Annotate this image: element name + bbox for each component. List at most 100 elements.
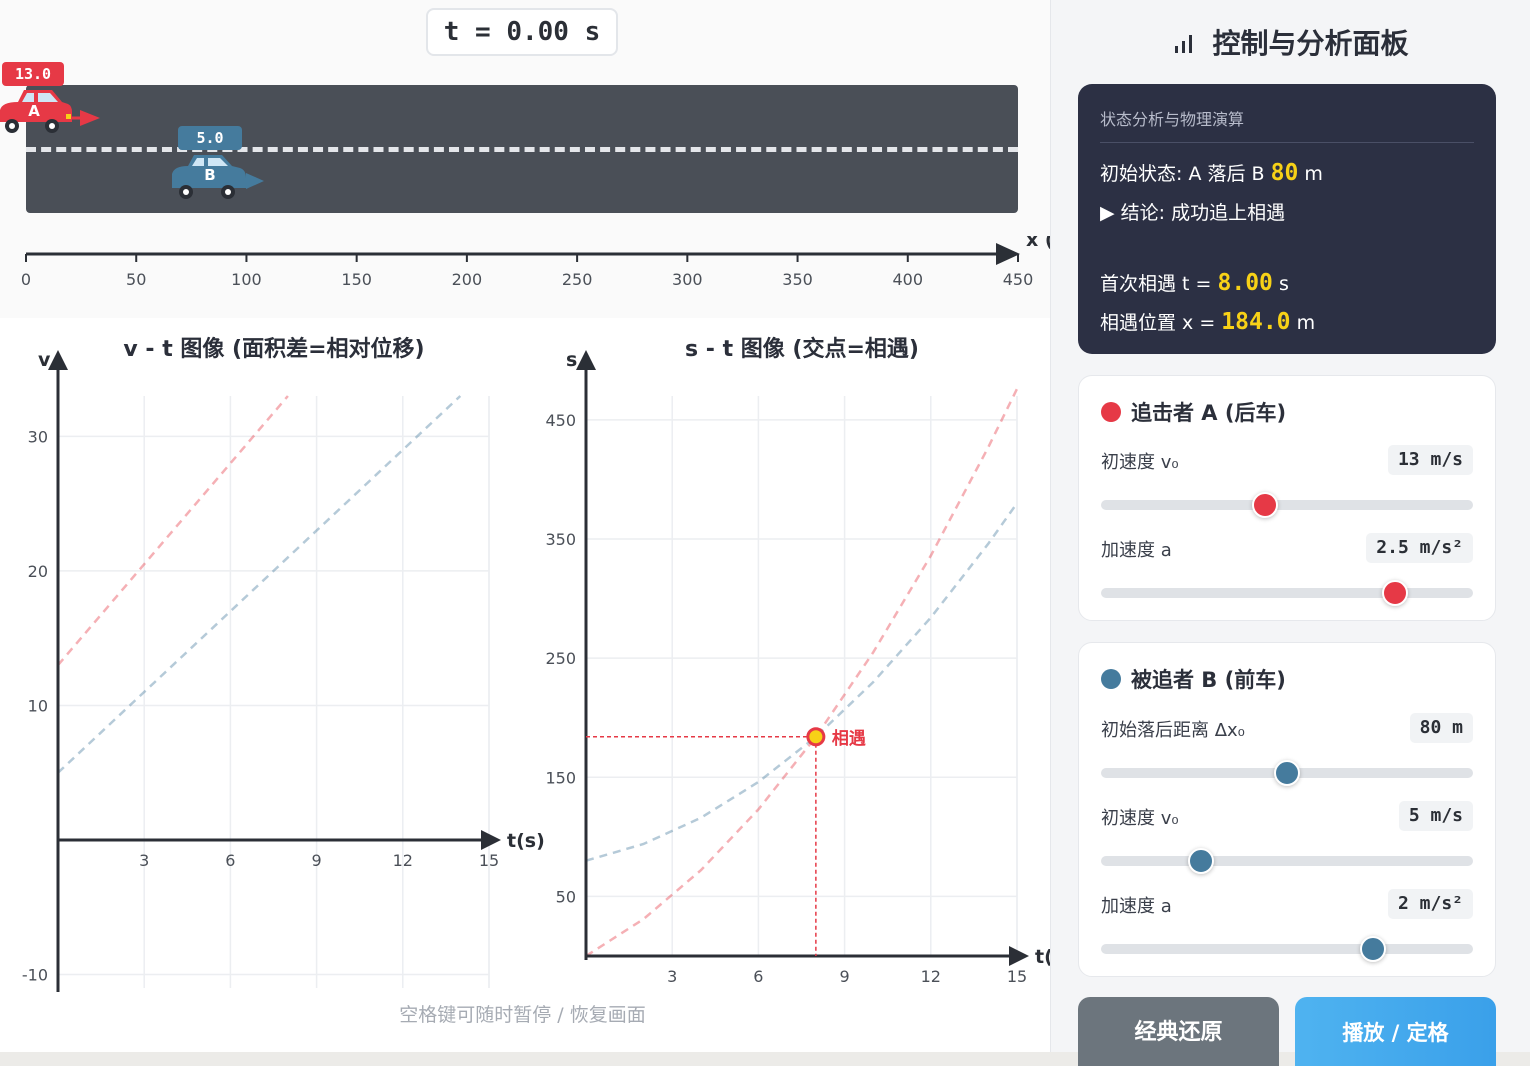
car-a-label: A xyxy=(28,102,40,120)
reset-button[interactable]: 经典还原 xyxy=(1078,997,1279,1066)
st-x-tick-label: 3 xyxy=(667,967,677,986)
vt-x-tick-label: 3 xyxy=(139,851,149,870)
chased-v0-slider[interactable] xyxy=(1101,848,1473,874)
chaser-color-dot xyxy=(1101,402,1121,422)
vt-chart-title: v - t 图像 (面积差=相对位移) xyxy=(123,336,424,362)
bar-chart-icon xyxy=(1174,34,1201,59)
chased-dx-thumb[interactable] xyxy=(1274,760,1300,786)
chaser-v0-value: 13 m/s xyxy=(1387,445,1473,475)
meet-position-unit: m xyxy=(1296,312,1316,334)
st-x-axis-arrow xyxy=(1009,946,1029,966)
meet-position: 相遇位置 x = 184.0 m xyxy=(1100,308,1474,335)
st-chart: s - t 图像 (交点=相遇) s t(3 6 9 12 15 450 350 250 150 5… xyxy=(545,336,1050,986)
chaser-card: 追击者 A (后车) 初速度 v₀ 13 m/s 加速度 a 2.5 m/s² xyxy=(1078,375,1496,621)
meet-time-value: 8.00 xyxy=(1217,270,1273,296)
st-y-tick-label: 450 xyxy=(545,411,576,430)
chaser-a-value: 2.5 m/s² xyxy=(1366,533,1473,563)
initial-state: 初始状态: A 落后 B 80 m xyxy=(1100,159,1474,186)
st-x-tick-label: 9 xyxy=(840,967,850,986)
chased-a-value: 2 m/s² xyxy=(1387,889,1473,919)
chased-dx-value: 80 m xyxy=(1409,713,1473,743)
car-a-icon: A xyxy=(0,90,100,133)
chased-color-dot xyxy=(1101,669,1121,689)
position-axis-tick-label: 200 xyxy=(452,270,483,289)
position-axis-tick-label: 100 xyxy=(231,270,262,289)
chaser-v0-thumb[interactable] xyxy=(1251,492,1278,518)
time-display: t = 0.00 s xyxy=(426,8,618,56)
meet-position-label: 相遇位置 x = xyxy=(1100,312,1216,334)
vt-y-tick-label: 20 xyxy=(28,562,48,581)
play-pause-button[interactable]: 播放 / 定格 (Space) xyxy=(1295,997,1496,1066)
position-axis-tick-label: 350 xyxy=(782,270,813,289)
chased-v0-label: 初速度 v₀ xyxy=(1101,808,1179,829)
vt-x-tick-label: 12 xyxy=(393,851,413,870)
car-b-icon: B xyxy=(172,155,264,199)
vt-x-axis-arrow xyxy=(481,830,501,850)
chased-a-label: 加速度 a xyxy=(1101,896,1172,917)
position-axis-tick-label: 250 xyxy=(562,270,593,289)
vt-x-tick-label: 9 xyxy=(312,851,322,870)
position-axis: x ( 0 50 100 150 200 250 300 350 400 450 xyxy=(21,236,1050,289)
chaser-v0-slider[interactable] xyxy=(1101,492,1473,518)
position-axis-tick-label: 450 xyxy=(1003,270,1034,289)
chased-a-thumb[interactable] xyxy=(1359,936,1386,962)
chased-a-slider[interactable] xyxy=(1101,936,1473,962)
analysis-header: 状态分析与物理演算 xyxy=(1100,106,1474,143)
conclusion: ▶ 结论: 成功追上相遇 xyxy=(1100,202,1286,224)
chaser-v0-label: 初速度 v₀ xyxy=(1101,452,1179,473)
position-axis-tick-label: 0 xyxy=(21,270,31,289)
st-y-tick-label: 50 xyxy=(556,887,576,906)
position-axis-tick-label: 300 xyxy=(672,270,703,289)
vt-y-axis-label: v xyxy=(38,349,51,371)
car-b-label: B xyxy=(204,166,215,184)
st-y-axis-label: s xyxy=(566,349,577,371)
initial-gap-value: 80 xyxy=(1270,160,1299,186)
st-x-axis-label: t( xyxy=(1035,946,1050,968)
position-axis-tick-label: 400 xyxy=(893,270,924,289)
chaser-a-thumb[interactable] xyxy=(1381,580,1408,606)
chaser-a-label: 加速度 a xyxy=(1101,540,1172,561)
meet-time: 首次相遇 t = 8.00 s xyxy=(1100,269,1474,296)
position-axis-tick-label: 150 xyxy=(341,270,372,289)
vt-y-tick-label: 30 xyxy=(28,427,48,446)
meet-time-unit: s xyxy=(1278,273,1289,295)
vt-series-b xyxy=(57,395,462,774)
car-b[interactable]: B xyxy=(170,152,270,208)
st-chart-title: s - t 图像 (交点=相遇) xyxy=(685,336,919,362)
st-x-tick-label: 15 xyxy=(1007,967,1027,986)
car-b-speed-tag: 5.0 xyxy=(178,126,242,150)
vt-x-tick-label: 15 xyxy=(479,851,499,870)
chaser-a-slider[interactable] xyxy=(1101,580,1473,606)
st-series-b xyxy=(585,502,1019,862)
car-a-speed-tag: 13.0 xyxy=(2,62,64,86)
vt-y-axis-arrow xyxy=(48,350,68,370)
vt-y-tick-label: -10 xyxy=(22,966,48,985)
analysis-card: 状态分析与物理演算 初始状态: A 落后 B 80 m ▶ 结论: 成功追上相遇… xyxy=(1078,84,1496,354)
chased-v0-thumb[interactable] xyxy=(1188,848,1215,874)
position-axis-label: x ( xyxy=(1026,236,1050,251)
meet-time-label: 首次相遇 t = xyxy=(1100,273,1212,295)
chased-card: 被追者 B (前车) 初始落后距离 Δx₀ 80 m 初速度 v₀ 5 m/s … xyxy=(1078,642,1496,977)
panel-title: 控制与分析面板 xyxy=(1051,22,1530,62)
st-y-tick-label: 250 xyxy=(545,649,576,668)
panel-title-text: 控制与分析面板 xyxy=(1212,27,1409,60)
meet-point-label: 相遇 xyxy=(832,728,866,749)
chased-dx-slider[interactable] xyxy=(1101,760,1473,786)
initial-state-label: 初始状态: A 落后 B xyxy=(1100,163,1265,185)
simulation-area: t = 0.00 s 13.0 A 5.0 B x 0 50 100 150 2… xyxy=(0,0,1050,1052)
st-x-tick-label: 12 xyxy=(921,967,941,986)
meet-point xyxy=(806,727,826,747)
position-axis-tick-label: 50 xyxy=(126,270,146,289)
app-page: t = 0.00 s 13.0 A 5.0 B x 0 50 100 150 2… xyxy=(0,0,1530,1066)
chased-dx-label: 初始落后距离 Δx₀ xyxy=(1101,720,1245,741)
control-panel: 控制与分析面板 状态分析与物理演算 初始状态: A 落后 B 80 m ▶ 结论… xyxy=(1050,0,1530,1066)
vt-x-tick-label: 6 xyxy=(225,851,235,870)
car-a[interactable]: A xyxy=(0,88,110,144)
vt-y-tick-label: 10 xyxy=(28,696,48,715)
vt-chart: v - t 图像 (面积差=相对位移) vt(s)3 6 9 12 15302010-1… xyxy=(22,336,545,992)
charts-area: v - t 图像 (面积差=相对位移) v t(s) 3 6 9 12 15 30 20 10 -1… xyxy=(0,318,1050,1052)
chased-v0-value: 5 m/s xyxy=(1398,801,1473,831)
st-series-a xyxy=(585,388,1019,958)
st-x-tick-label: 6 xyxy=(753,967,763,986)
st-y-tick-label: 150 xyxy=(545,768,576,787)
